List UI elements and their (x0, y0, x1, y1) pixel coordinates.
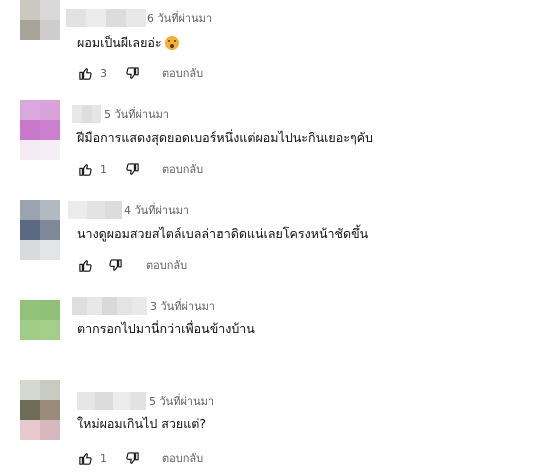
comment-timestamp[interactable]: 4 วันที่ผ่านมา (124, 201, 189, 219)
comment-meta: 4 วันที่ผ่านมา (68, 201, 189, 219)
comment-actions: 1 ตอบกลับ (77, 450, 203, 466)
thumbs-down-icon[interactable] (107, 257, 123, 273)
thumbs-up-icon[interactable] (77, 257, 93, 273)
avatar[interactable] (20, 0, 60, 40)
comment-text: ตากรอกไปมานี่กว่าเพื่อนข้างบ้าน (77, 320, 255, 338)
like-count: 3 (100, 66, 107, 80)
comment-meta: 5 วันที่ผ่านมา (77, 392, 214, 410)
comment-text-content: ตากรอกไปมานี่กว่าเพื่อนข้างบ้าน (77, 321, 255, 336)
comment-meta: 6 วันที่ผ่านมา (66, 9, 212, 27)
reply-button[interactable]: ตอบกลับ (162, 64, 203, 82)
comment-text-content: ใหม่ผอมเกินไป สวยแต่? (77, 416, 207, 431)
reply-button[interactable]: ตอบกลับ (162, 160, 203, 178)
author-name-blurred[interactable] (66, 9, 146, 27)
comment-text-content: ฝีมือการแสดงสุดยอดเบอร์หนึ่งแต่ผอมไปนะกิ… (77, 130, 373, 145)
like-count: 1 (100, 451, 107, 465)
thumbs-down-icon[interactable] (124, 450, 140, 466)
avatar[interactable] (20, 300, 60, 340)
reply-button[interactable]: ตอบกลับ (146, 256, 187, 274)
thumbs-up-icon[interactable] (77, 65, 93, 81)
comment-actions: ตอบกลับ (77, 257, 187, 273)
surprised-face-emoji-icon (164, 36, 179, 50)
thumbs-up-icon[interactable] (77, 450, 93, 466)
like-count: 1 (100, 162, 107, 176)
author-name-blurred[interactable] (72, 105, 101, 123)
comment-text-content: นางดูผอมสวยสไตล์เบลล่าฮาดิดแน่เลยโครงหน้… (77, 226, 369, 241)
author-name-blurred[interactable] (72, 297, 147, 315)
avatar[interactable] (20, 200, 60, 260)
avatar[interactable] (20, 380, 60, 440)
comment-text: ผอมเป็นผีเลยอ่ะ (77, 34, 179, 52)
thumbs-down-icon[interactable] (124, 65, 140, 81)
author-name-blurred[interactable] (68, 201, 122, 219)
comment-text-content: ผอมเป็นผีเลยอ่ะ (77, 35, 162, 50)
comment-timestamp[interactable]: 6 วันที่ผ่านมา (147, 9, 212, 27)
comment-text: ฝีมือการแสดงสุดยอดเบอร์หนึ่งแต่ผอมไปนะกิ… (77, 129, 373, 147)
comment-meta: 5 วันที่ผ่านมา (72, 105, 169, 123)
comment-text: นางดูผอมสวยสไตล์เบลล่าฮาดิดแน่เลยโครงหน้… (77, 225, 368, 243)
comment-text: ใหม่ผอมเกินไป สวยแต่? (77, 415, 206, 433)
avatar[interactable] (20, 100, 60, 160)
comment-meta: 3 วันที่ผ่านมา (72, 297, 215, 315)
reply-button[interactable]: ตอบกลับ (162, 449, 203, 467)
comment-timestamp[interactable]: 5 วันที่ผ่านมา (149, 392, 214, 410)
comment-timestamp[interactable]: 3 วันที่ผ่านมา (150, 297, 215, 315)
author-name-blurred[interactable] (77, 392, 146, 410)
thumbs-up-icon[interactable] (77, 161, 93, 177)
comment-timestamp[interactable]: 5 วันที่ผ่านมา (104, 105, 169, 123)
thumbs-down-icon[interactable] (124, 161, 140, 177)
comment-actions: 3 ตอบกลับ (77, 65, 203, 81)
comment-actions: 1 ตอบกลับ (77, 161, 203, 177)
